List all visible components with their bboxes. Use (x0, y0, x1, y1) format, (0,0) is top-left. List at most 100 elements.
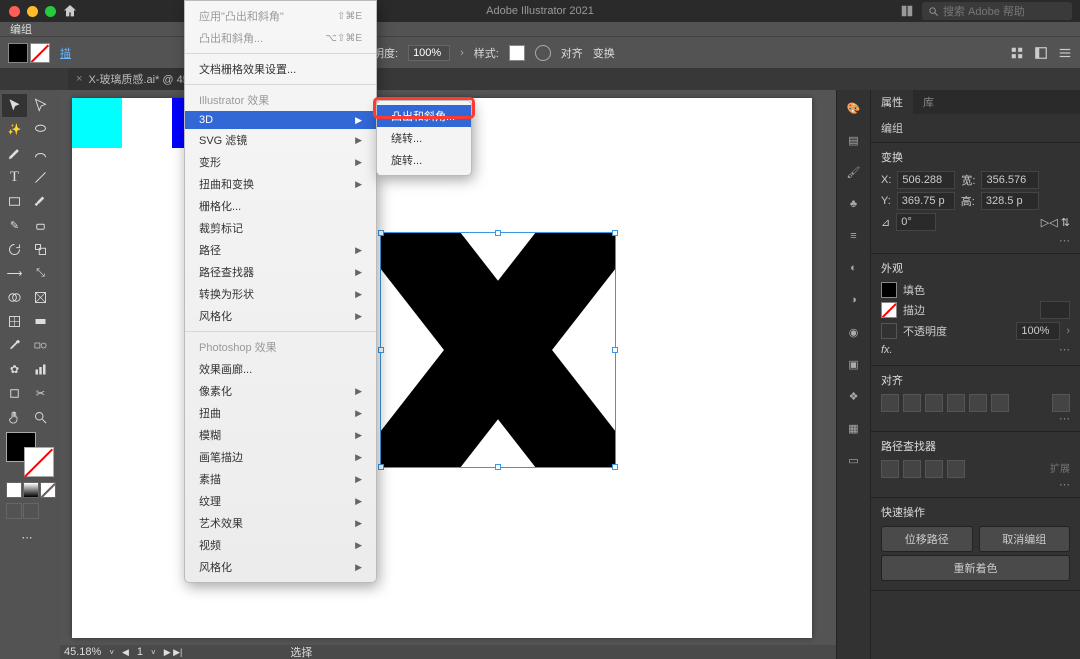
slice-tool[interactable]: ✂ (28, 382, 53, 405)
scale-tool[interactable] (28, 238, 53, 261)
gradient-panel-icon[interactable]: ◐ (844, 258, 864, 278)
fx-button[interactable]: fx. (881, 344, 893, 356)
fill-color[interactable] (881, 282, 897, 298)
style-swatch[interactable] (509, 45, 525, 61)
pen-tool[interactable] (2, 142, 27, 165)
align-buttons[interactable] (881, 394, 1070, 412)
menu-brush-strokes[interactable]: 画笔描边▶ (185, 446, 376, 468)
menu-convert-shape[interactable]: 转换为形状▶ (185, 283, 376, 305)
artboard-nav[interactable]: 1 (137, 646, 143, 658)
shaper-tool[interactable]: ✎ (2, 214, 27, 237)
asset-export-icon[interactable]: ▦ (844, 418, 864, 438)
layers-icon[interactable]: ❖ (844, 386, 864, 406)
appearance-icon[interactable]: ◉ (844, 322, 864, 342)
tab-libraries[interactable]: 库 (913, 90, 944, 114)
menu-texture[interactable]: 纹理▶ (185, 490, 376, 512)
submenu-rotate[interactable]: 旋转... (377, 149, 471, 171)
menu-raster-settings[interactable]: 文档栅格效果设置... (185, 58, 376, 80)
menu-rasterize[interactable]: 栅格化... (185, 195, 376, 217)
menu-blur[interactable]: 模糊▶ (185, 424, 376, 446)
offset-path-button[interactable]: 位移路径 (881, 526, 973, 552)
menu-stylize[interactable]: 风格化▶ (185, 305, 376, 327)
graphic-styles-icon[interactable]: ▣ (844, 354, 864, 374)
fill-swatch[interactable] (8, 43, 28, 63)
angle-input[interactable] (896, 213, 936, 231)
menu-svg-filters[interactable]: SVG 滤镜▶ (185, 129, 376, 151)
menu-effect-gallery[interactable]: 效果画廊... (185, 358, 376, 380)
arrange-icon[interactable] (900, 4, 914, 18)
menu-pixelate[interactable]: 像素化▶ (185, 380, 376, 402)
transform-button[interactable]: 变换 (593, 45, 615, 61)
opacity-panel-input[interactable] (1016, 322, 1060, 340)
free-transform-tool[interactable]: ⤡ (28, 262, 53, 285)
line-tool[interactable] (28, 166, 53, 189)
transparency-icon[interactable]: ◑ (844, 290, 864, 310)
close-window-button[interactable] (9, 6, 20, 17)
lasso-tool[interactable] (28, 118, 53, 141)
w-input[interactable] (981, 171, 1039, 189)
stroke-width-input[interactable] (1040, 301, 1070, 319)
artboard-tool[interactable] (2, 382, 27, 405)
direct-select-tool[interactable] (28, 94, 53, 117)
menu-crop-marks[interactable]: 裁剪标记 (185, 217, 376, 239)
zoom-window-button[interactable] (45, 6, 56, 17)
artboards-icon[interactable]: ▭ (844, 450, 864, 470)
menu-warp[interactable]: 变形▶ (185, 151, 376, 173)
menu-sketch[interactable]: 素描▶ (185, 468, 376, 490)
color-mode-swatches[interactable] (6, 482, 56, 498)
hand-tool[interactable] (2, 406, 27, 429)
curvature-tool[interactable] (28, 142, 53, 165)
perspective-tool[interactable] (28, 286, 53, 309)
menu-artistic[interactable]: 艺术效果▶ (185, 512, 376, 534)
grid-icon[interactable] (1010, 46, 1024, 60)
home-icon[interactable] (62, 3, 78, 19)
brush-tool[interactable] (28, 190, 53, 213)
tab-properties[interactable]: 属性 (871, 90, 913, 114)
ungroup-button[interactable]: 取消编组 (979, 526, 1071, 552)
rectangle-tool[interactable] (2, 190, 27, 213)
blend-tool[interactable] (28, 334, 53, 357)
eyedropper-tool[interactable] (2, 334, 27, 357)
menu-last-effect[interactable]: 凸出和斜角...⌥⇧⌘E (185, 27, 376, 49)
opacity-input[interactable] (408, 45, 450, 61)
stroke-color[interactable] (881, 302, 897, 318)
stroke-link[interactable]: 描 (60, 45, 71, 61)
magic-wand-tool[interactable]: ✨ (2, 118, 27, 141)
rotate-tool[interactable] (2, 238, 27, 261)
color-panel-icon[interactable]: 🎨 (844, 98, 864, 118)
mesh-tool[interactable] (2, 310, 27, 333)
search-input[interactable]: 搜索 Adobe 帮助 (922, 2, 1072, 20)
minimize-window-button[interactable] (27, 6, 38, 17)
graph-tool[interactable] (28, 358, 53, 381)
align-button[interactable]: 对齐 (561, 45, 583, 61)
recolor-button[interactable]: 重新着色 (881, 555, 1070, 581)
menu-3d[interactable]: 3D▶ (185, 111, 376, 129)
zoom-tool[interactable] (28, 406, 53, 429)
menu-apply-last[interactable]: 应用"凸出和斜角"⇧⌘E (185, 5, 376, 27)
globe-icon[interactable] (535, 45, 551, 61)
brushes-icon[interactable]: 🖌 (844, 162, 864, 182)
menu-icon[interactable] (1058, 46, 1072, 60)
zoom-level[interactable]: 45.18% (64, 646, 101, 658)
menu-pathfinder[interactable]: 路径查找器▶ (185, 261, 376, 283)
gradient-tool[interactable] (28, 310, 53, 333)
swatches-icon[interactable]: ▤ (844, 130, 864, 150)
symbol-tool[interactable]: ✿ (2, 358, 27, 381)
stroke-swatch[interactable] (30, 43, 50, 63)
submenu-extrude-bevel[interactable]: 凸出和斜角... (377, 105, 471, 127)
selection-tool[interactable] (2, 94, 27, 117)
symbols-icon[interactable]: ♣ (844, 194, 864, 214)
menu-video[interactable]: 视频▶ (185, 534, 376, 556)
fill-stroke-indicator[interactable] (6, 432, 54, 477)
menu-ps-distort[interactable]: 扭曲▶ (185, 402, 376, 424)
menu-distort[interactable]: 扭曲和变换▶ (185, 173, 376, 195)
submenu-revolve[interactable]: 绕转... (377, 127, 471, 149)
width-tool[interactable]: ⟶ (2, 262, 27, 285)
h-input[interactable] (981, 192, 1039, 210)
edit-toolbar[interactable]: ⋯ (2, 526, 52, 549)
x-input[interactable] (897, 171, 955, 189)
shape-builder-tool[interactable] (2, 286, 27, 309)
pathfinder-buttons[interactable]: 扩展 (881, 460, 1070, 478)
screen-mode-icons[interactable] (6, 503, 39, 519)
menu-path[interactable]: 路径▶ (185, 239, 376, 261)
